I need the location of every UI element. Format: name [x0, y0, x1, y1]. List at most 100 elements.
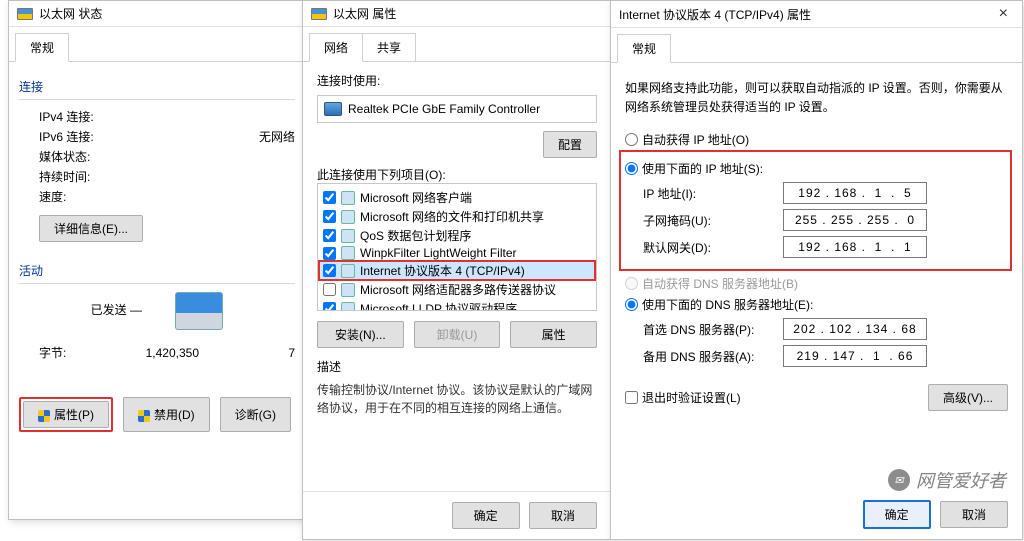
uses-items-label: 此连接使用下列项目(O):	[317, 166, 597, 183]
protocol-checkbox[interactable]	[323, 229, 336, 242]
cancel-button[interactable]: 取消	[940, 501, 1008, 528]
protocol-checkbox[interactable]	[323, 247, 336, 260]
protocol-item[interactable]: Internet 协议版本 4 (TCP/IPv4)	[320, 261, 594, 280]
titlebar[interactable]: 以太网 属性	[303, 1, 611, 27]
duration-label: 持续时间:	[39, 168, 109, 185]
titlebar[interactable]: 以太网 状态	[9, 1, 305, 27]
ipv4-label: IPv4 连接:	[39, 108, 109, 125]
radio-use-ip[interactable]: 使用下面的 IP 地址(S):	[625, 160, 1006, 177]
ip-address-label: IP 地址(I):	[643, 185, 783, 202]
tab-general[interactable]: 常规	[15, 33, 69, 62]
ipv6-value: 无网络	[259, 128, 295, 145]
protocol-icon	[341, 302, 355, 312]
adapter-icon	[324, 102, 342, 116]
divider	[19, 283, 295, 284]
ipv6-label: IPv6 连接:	[39, 128, 109, 145]
protocol-item[interactable]: Microsoft LLDP 协议驱动程序	[320, 299, 594, 311]
protocol-icon	[341, 264, 355, 278]
configure-button[interactable]: 配置	[543, 131, 597, 158]
ethernet-icon	[311, 8, 327, 20]
gateway-label: 默认网关(D):	[643, 239, 783, 256]
ethernet-properties-dialog: 以太网 属性 网络 共享 连接时使用: Realtek PCIe GbE Fam…	[302, 0, 612, 540]
protocol-item[interactable]: WinpkFilter LightWeight Filter	[320, 245, 594, 261]
connection-heading: 连接	[19, 78, 295, 95]
protocol-item[interactable]: Microsoft 网络客户端	[320, 188, 594, 207]
protocol-label: Internet 协议版本 4 (TCP/IPv4)	[360, 262, 525, 279]
radio-use-dns[interactable]: 使用下面的 DNS 服务器地址(E):	[625, 296, 1008, 313]
protocol-icon	[341, 191, 355, 205]
radio-obtain-ip-auto[interactable]: 自动获得 IP 地址(O)	[625, 131, 1008, 148]
description-text: 传输控制协议/Internet 协议。该协议是默认的广域网络协议，用于在不同的相…	[317, 381, 597, 417]
ethernet-status-dialog: 以太网 状态 常规 连接 IPv4 连接: IPv6 连接:无网络 媒体状态: …	[8, 0, 306, 520]
bytes-label: 字节:	[39, 344, 109, 361]
speed-label: 速度:	[39, 188, 109, 205]
subnet-mask-label: 子网掩码(U):	[643, 212, 783, 229]
sent-label: 已发送 —	[91, 303, 142, 317]
disable-button[interactable]: 禁用(D)	[123, 397, 210, 432]
shield-icon	[38, 410, 50, 422]
preferred-dns-label: 首选 DNS 服务器(P):	[643, 321, 783, 338]
diagnose-button[interactable]: 诊断(G)	[220, 397, 291, 432]
ipv4-properties-dialog: Internet 协议版本 4 (TCP/IPv4) 属性 × 常规 如果网络支…	[610, 0, 1023, 540]
connect-using-label: 连接时使用:	[317, 72, 597, 89]
item-properties-button[interactable]: 属性	[510, 321, 597, 348]
protocol-checkbox[interactable]	[323, 302, 336, 311]
protocol-item[interactable]: QoS 数据包计划程序	[320, 226, 594, 245]
uninstall-button: 卸载(U)	[414, 321, 501, 348]
advanced-button[interactable]: 高级(V)...	[928, 384, 1008, 411]
media-state-label: 媒体状态:	[39, 148, 109, 165]
wechat-icon: ✉	[888, 469, 910, 491]
protocol-label: Microsoft 网络适配器多路传送器协议	[360, 281, 556, 298]
cancel-button[interactable]: 取消	[529, 502, 597, 529]
protocol-icon	[341, 210, 355, 224]
close-icon[interactable]: ×	[993, 5, 1014, 23]
protocol-list[interactable]: Microsoft 网络客户端 Microsoft 网络的文件和打印机共享 QoS …	[317, 183, 597, 311]
protocol-icon	[341, 246, 355, 260]
shield-icon	[138, 410, 150, 422]
protocol-label: Microsoft LLDP 协议驱动程序	[360, 300, 517, 311]
tabbar: 常规	[9, 27, 305, 62]
radio-obtain-dns-auto: 自动获得 DNS 服务器地址(B)	[625, 275, 1008, 292]
protocol-label: WinpkFilter LightWeight Filter	[360, 246, 517, 260]
dialog-title: 以太网 属性	[333, 5, 396, 22]
titlebar[interactable]: Internet 协议版本 4 (TCP/IPv4) 属性 ×	[611, 1, 1022, 28]
watermark: ✉ 网管爱好者	[888, 467, 1006, 493]
gateway-input[interactable]	[783, 236, 927, 258]
alternate-dns-input[interactable]	[783, 345, 927, 367]
activity-monitor-icon	[175, 292, 223, 330]
tabbar: 网络 共享	[303, 27, 611, 62]
protocol-item[interactable]: Microsoft 网络适配器多路传送器协议	[320, 280, 594, 299]
adapter-name: Realtek PCIe GbE Family Controller	[348, 102, 540, 116]
ok-button[interactable]: 确定	[863, 500, 931, 529]
bytes-recv-value: 7	[288, 346, 295, 360]
protocol-icon	[341, 283, 355, 297]
protocol-checkbox[interactable]	[323, 210, 336, 223]
preferred-dns-input[interactable]	[783, 318, 927, 340]
install-button[interactable]: 安装(N)...	[317, 321, 404, 348]
protocol-label: Microsoft 网络的文件和打印机共享	[360, 208, 544, 225]
adapter-box: Realtek PCIe GbE Family Controller	[317, 95, 597, 123]
protocol-label: QoS 数据包计划程序	[360, 227, 471, 244]
protocol-checkbox[interactable]	[323, 264, 336, 277]
divider	[19, 99, 295, 100]
subnet-mask-input[interactable]	[783, 209, 927, 231]
alternate-dns-label: 备用 DNS 服务器(A):	[643, 348, 783, 365]
tab-general[interactable]: 常规	[617, 34, 671, 63]
validate-checkbox[interactable]: 退出时验证设置(L)	[625, 389, 741, 406]
ok-button[interactable]: 确定	[452, 502, 520, 529]
activity-heading: 活动	[19, 262, 295, 279]
ip-address-input[interactable]	[783, 182, 927, 204]
protocol-checkbox[interactable]	[323, 283, 336, 296]
protocol-item[interactable]: Microsoft 网络的文件和打印机共享	[320, 207, 594, 226]
tab-sharing[interactable]: 共享	[363, 33, 416, 62]
protocol-label: Microsoft 网络客户端	[360, 189, 472, 206]
highlight-ip-section: 使用下面的 IP 地址(S): IP 地址(I): 子网掩码(U): 默认网关(…	[619, 150, 1012, 271]
ethernet-icon	[17, 8, 33, 20]
protocol-checkbox[interactable]	[323, 191, 336, 204]
dialog-title: Internet 协议版本 4 (TCP/IPv4) 属性	[619, 6, 811, 23]
tab-network[interactable]: 网络	[309, 33, 363, 62]
tabbar: 常规	[611, 28, 1022, 63]
properties-button[interactable]: 属性(P)	[23, 401, 109, 428]
details-button[interactable]: 详细信息(E)...	[39, 215, 143, 242]
intro-text: 如果网络支持此功能，则可以获取自动指派的 IP 设置。否则，你需要从网络系统管理…	[625, 79, 1008, 117]
